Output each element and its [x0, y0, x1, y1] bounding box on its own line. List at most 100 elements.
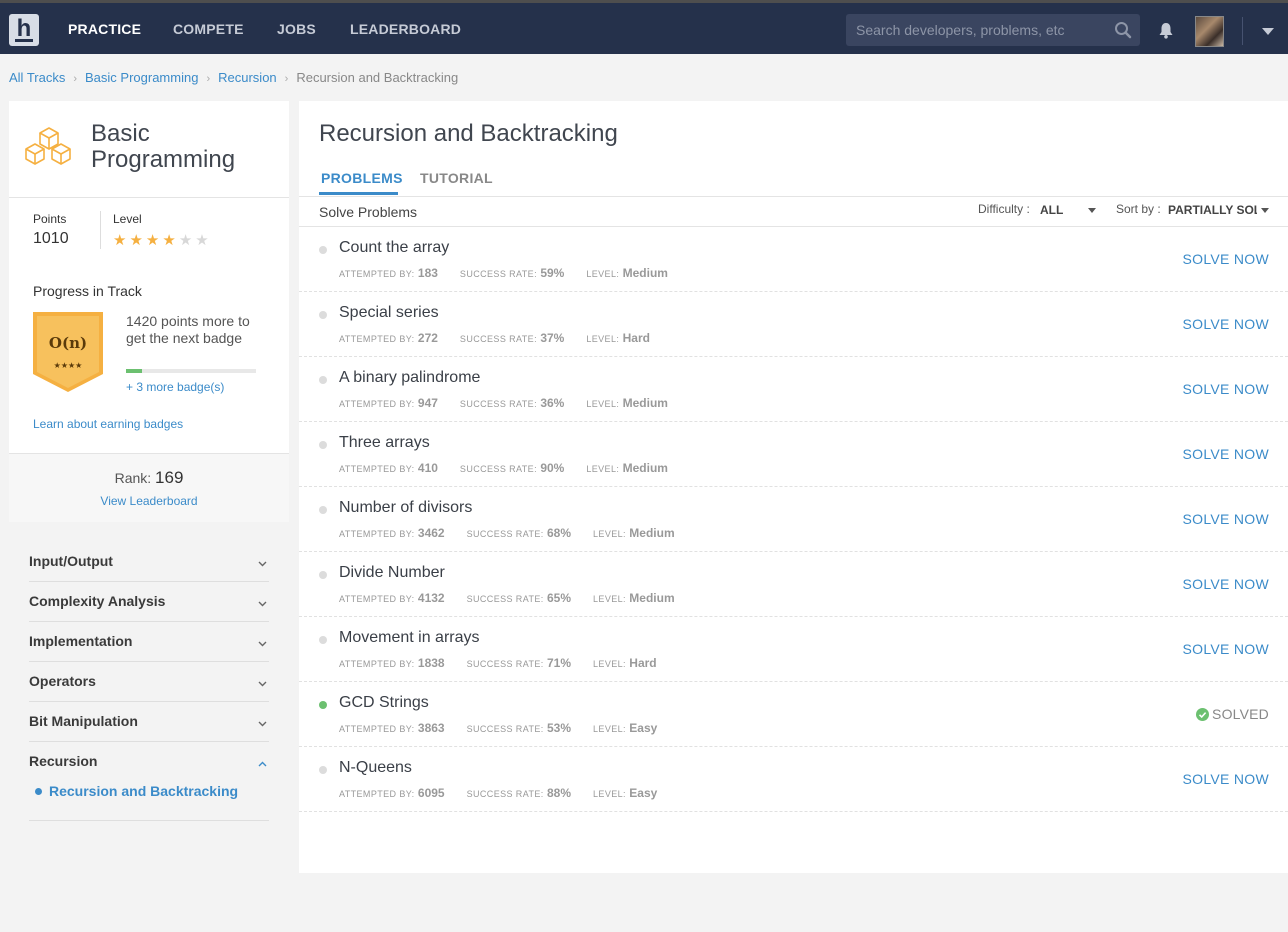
chevron-down-icon[interactable]	[258, 634, 267, 652]
solve-now-button[interactable]: SOLVE NOW	[1183, 446, 1269, 462]
problem-row[interactable]: Divide Number ATTEMPTED BY: 4132 SUCCESS R…	[299, 552, 1288, 617]
tab-tutorial[interactable]: TUTORIAL	[420, 170, 493, 186]
points-label: Points	[33, 212, 67, 226]
status-dot-icon	[319, 701, 327, 709]
badge-label: O(n)	[49, 334, 87, 352]
attempted-value: 947	[417, 396, 438, 410]
problem-row[interactable]: Number of divisors ATTEMPTED BY: 3462 SUCC…	[299, 487, 1288, 552]
solve-now-button[interactable]: SOLVE NOW	[1183, 381, 1269, 397]
level-value: Hard	[629, 656, 657, 670]
attempted-label: ATTEMPTED BY:	[339, 659, 415, 669]
level-label: LEVEL:	[586, 399, 620, 409]
problem-name[interactable]: Number of divisors	[339, 499, 472, 517]
chevron-down-icon[interactable]	[258, 714, 267, 732]
hackerearth-logo[interactable]: h	[9, 14, 39, 46]
nav-divider	[1242, 17, 1243, 45]
solve-now-button[interactable]: SOLVE NOW	[1183, 316, 1269, 332]
success-label: SUCCESS RATE:	[466, 659, 544, 669]
search-input[interactable]	[856, 21, 1106, 39]
attempted-label: ATTEMPTED BY:	[339, 529, 415, 539]
solve-now-button[interactable]: SOLVE NOW	[1183, 511, 1269, 527]
problem-name[interactable]: Count the array	[339, 239, 449, 257]
success-value: 90%	[540, 461, 565, 475]
problem-row[interactable]: GCD Strings ATTEMPTED BY: 3863 SUCCESS RAT…	[299, 682, 1288, 747]
level-star-icon: ★	[162, 232, 179, 249]
attempted-value: 3462	[417, 526, 445, 540]
breadcrumb-recursion[interactable]: Recursion	[218, 70, 277, 85]
status-dot-icon	[319, 766, 327, 774]
breadcrumb: All Tracks › Basic Programming › Recursion › R…	[9, 70, 458, 85]
solve-now-button[interactable]: SOLVE NOW	[1183, 251, 1269, 267]
chevron-down-icon[interactable]	[258, 554, 267, 572]
level-label: LEVEL:	[586, 334, 620, 344]
solve-now-button[interactable]: SOLVE NOW	[1183, 771, 1269, 787]
problem-name[interactable]: A binary palindrome	[339, 369, 480, 387]
notifications-bell-icon[interactable]	[1158, 22, 1174, 44]
chevron-down-icon[interactable]	[258, 674, 267, 692]
problem-meta: ATTEMPTED BY: 3462 SUCCESS RATE: 68% LEVEL…	[339, 526, 697, 540]
success-label: SUCCESS RATE:	[459, 464, 537, 474]
problem-row[interactable]: A binary palindrome ATTEMPTED BY: 947 SUCC…	[299, 357, 1288, 422]
view-leaderboard-link[interactable]: View Leaderboard	[9, 494, 289, 508]
points-more-text: 1420 points more to get the next badge	[126, 313, 250, 346]
problem-meta: ATTEMPTED BY: 1838 SUCCESS RATE: 71% LEVEL…	[339, 656, 679, 670]
breadcrumb-basic-programming[interactable]: Basic Programming	[85, 70, 198, 85]
search-icon[interactable]	[1114, 21, 1132, 44]
solved-badge: SOLVED	[1196, 706, 1269, 722]
topic-label: Input/Output	[29, 553, 113, 569]
problems-toolbar: Solve Problems Difficulty : ALL Sort by …	[299, 197, 1288, 227]
problem-row[interactable]: Movement in arrays ATTEMPTED BY: 1838 SUCC…	[299, 617, 1288, 682]
chevron-down-icon[interactable]	[258, 594, 267, 612]
topic-label: Operators	[29, 673, 96, 689]
topic-item[interactable]: Implementation	[29, 622, 269, 662]
attempted-label: ATTEMPTED BY:	[339, 334, 415, 344]
tab-problems[interactable]: PROBLEMS	[321, 170, 403, 186]
problem-name[interactable]: GCD Strings	[339, 694, 429, 712]
topic-item[interactable]: Complexity Analysis	[29, 582, 269, 622]
topic-list: Input/Output Complexity Analysis Implement…	[29, 542, 269, 821]
nav-leaderboard[interactable]: LEADERBOARD	[350, 21, 461, 37]
difficulty-caret-icon[interactable]	[1088, 208, 1096, 213]
topic-item[interactable]: Bit Manipulation	[29, 702, 269, 742]
nav-compete[interactable]: COMPETE	[173, 21, 244, 37]
problem-name[interactable]: Movement in arrays	[339, 629, 480, 647]
topic-item[interactable]: Input/Output	[29, 542, 269, 582]
problem-row[interactable]: Special series ATTEMPTED BY: 272 SUCCESS R…	[299, 292, 1288, 357]
level-value: Medium	[622, 266, 668, 280]
problem-meta: ATTEMPTED BY: 183 SUCCESS RATE: 59% LEVEL:…	[339, 266, 690, 280]
learn-badges-link[interactable]: Learn about earning badges	[33, 417, 183, 431]
problem-row[interactable]: Count the array ATTEMPTED BY: 183 SUCCESS …	[299, 227, 1288, 292]
nav-practice[interactable]: PRACTICE	[68, 21, 141, 37]
nav-jobs[interactable]: JOBS	[277, 21, 316, 37]
solved-label: SOLVED	[1212, 706, 1269, 722]
difficulty-select[interactable]: ALL	[1040, 203, 1063, 217]
problem-name[interactable]: Three arrays	[339, 434, 430, 452]
breadcrumb-all-tracks[interactable]: All Tracks	[9, 70, 65, 85]
problem-name[interactable]: Special series	[339, 304, 439, 322]
level-label: LEVEL:	[593, 789, 626, 799]
points-value: 1010	[33, 230, 69, 247]
user-menu-caret-icon[interactable]	[1262, 28, 1274, 35]
sort-select[interactable]: PARTIALLY SOLVED	[1168, 203, 1257, 217]
divider	[100, 211, 101, 249]
solve-now-button[interactable]: SOLVE NOW	[1183, 641, 1269, 657]
chevron-up-icon[interactable]	[258, 754, 267, 772]
user-avatar[interactable]	[1195, 16, 1224, 47]
success-label: SUCCESS RATE:	[459, 269, 537, 279]
search-box	[846, 14, 1140, 46]
topic-item[interactable]: Recursion Recursion and Backtracking	[29, 742, 269, 821]
solve-now-button[interactable]: SOLVE NOW	[1183, 576, 1269, 592]
attempted-value: 272	[417, 331, 438, 345]
level-label: LEVEL:	[593, 529, 626, 539]
problem-row[interactable]: N-Queens ATTEMPTED BY: 6095 SUCCESS RATE: …	[299, 747, 1288, 812]
problem-row[interactable]: Three arrays ATTEMPTED BY: 410 SUCCESS RAT…	[299, 422, 1288, 487]
problem-name[interactable]: N-Queens	[339, 759, 412, 777]
sub-topic-item[interactable]: Recursion and Backtracking	[35, 783, 238, 799]
more-badges-link[interactable]: + 3 more badge(s)	[126, 380, 224, 394]
success-value: 37%	[540, 331, 565, 345]
level-label: LEVEL:	[586, 464, 620, 474]
topic-item[interactable]: Operators	[29, 662, 269, 702]
sort-caret-icon[interactable]	[1261, 208, 1269, 213]
problem-name[interactable]: Divide Number	[339, 564, 445, 582]
rank-value: 169	[155, 468, 184, 487]
